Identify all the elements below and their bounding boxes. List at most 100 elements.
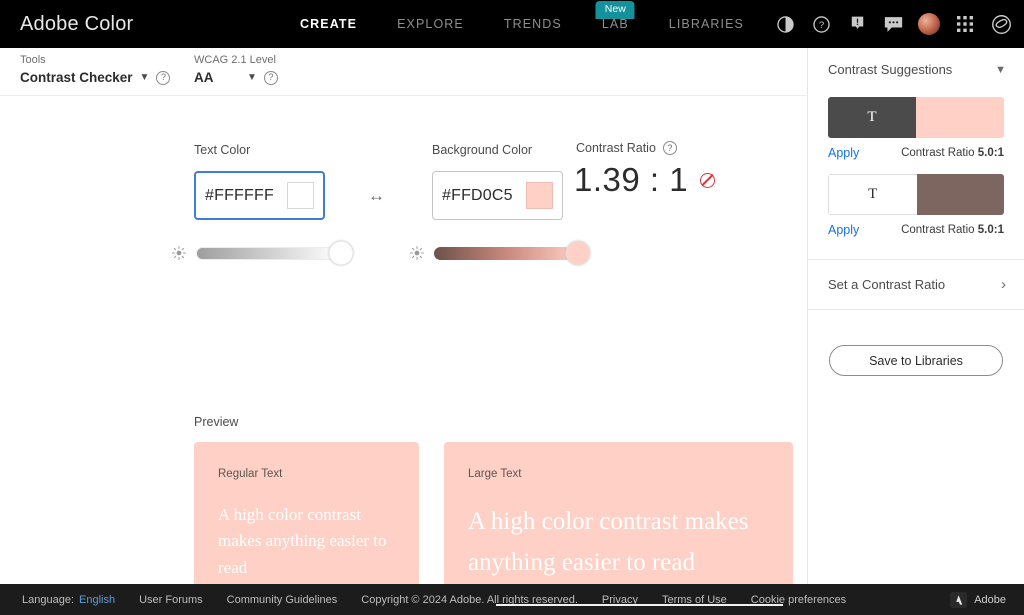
text-color-label: Text Color — [194, 143, 251, 157]
chevron-down-icon-wcag[interactable]: ▼ — [247, 72, 257, 83]
text-selection-underline — [496, 604, 783, 606]
apply-button-2[interactable]: Apply — [828, 223, 859, 237]
text-color-swatch[interactable] — [287, 182, 314, 209]
nav-link-explore[interactable]: EXPLORE — [377, 17, 484, 31]
top-navigation-bar: Adobe Color CREATE EXPLORE TRENDS New LA… — [0, 0, 1024, 48]
nav-link-trends[interactable]: TRENDS — [484, 17, 582, 31]
help-icon-tools[interactable]: ? — [156, 70, 171, 85]
background-brightness-slider[interactable] — [410, 240, 591, 266]
preview-card-kind-regular: Regular Text — [218, 468, 283, 480]
svg-text:?: ? — [818, 20, 823, 31]
fail-no-icon-ratio — [700, 172, 716, 188]
background-color-swatch[interactable] — [526, 182, 553, 209]
suggestion-1-bg-half — [916, 97, 1004, 138]
set-contrast-ratio-row[interactable]: Set a Contrast Ratio › — [808, 260, 1024, 309]
feedback-chat-icon[interactable] — [882, 13, 904, 35]
preview-card-regular: Regular Text A high color contrast makes… — [194, 442, 419, 584]
brightness-icon-text — [172, 246, 186, 260]
footer-link-user-forums[interactable]: User Forums — [139, 594, 203, 606]
chevron-right-icon[interactable]: › — [1001, 276, 1006, 293]
help-icon-wcag[interactable]: ? — [263, 70, 278, 85]
panel-divider-bottom — [808, 309, 1024, 310]
nav-link-lab[interactable]: LAB — [582, 17, 649, 31]
nav-item-lab-wrap: New LAB — [582, 0, 649, 48]
wcag-level-group: WCAG 2.1 Level AA ▼ ? — [194, 54, 278, 85]
footer-language: Language: English — [22, 594, 115, 606]
nav-link-create[interactable]: CREATE — [280, 17, 377, 31]
suggestion-2-ratio-value: 5.0:1 — [977, 224, 1004, 236]
background-color-input[interactable]: #FFD0C5 — [432, 171, 563, 220]
nav-icon-group: ? — [774, 0, 1012, 48]
brightness-icon-background — [410, 246, 424, 260]
contrast-suggestions-header[interactable]: Contrast Suggestions ▼ — [808, 48, 1024, 87]
suggestion-list: T Apply Contrast Ratio 5.0:1 T Apply Con… — [808, 97, 1024, 237]
suggestion-item-2: T Apply Contrast Ratio 5.0:1 — [828, 174, 1004, 237]
preview-label: Preview — [194, 415, 239, 429]
main-editor-area: Text Color #FFFFFF ↔ Background Color #F… — [0, 96, 807, 584]
wcag-level-value[interactable]: AA — [194, 70, 240, 85]
new-badge: New — [595, 1, 635, 20]
contrast-ratio-value: 1.39 : 1 — [574, 161, 689, 198]
nav-link-libraries[interactable]: LIBRARIES — [649, 17, 764, 31]
preview-card-strip: Regular Text A high color contrast makes… — [194, 442, 807, 584]
contrast-toggle-icon[interactable] — [774, 13, 796, 35]
chevron-down-icon-tools[interactable]: ▼ — [140, 72, 150, 83]
preview-card-body-regular: A high color contrast makes anything eas… — [218, 505, 387, 577]
background-brightness-track[interactable] — [434, 240, 591, 266]
suggestion-2-meta: Apply Contrast Ratio 5.0:1 — [828, 223, 1004, 237]
wcag-level-label: WCAG 2.1 Level — [194, 54, 276, 66]
right-sidebar-panel: Contrast Suggestions ▼ T Apply Contrast … — [807, 48, 1024, 584]
apply-button-1[interactable]: Apply — [828, 146, 859, 160]
footer-link-community-guidelines[interactable]: Community Guidelines — [227, 594, 338, 606]
nav-item-libraries-wrap: LIBRARIES — [649, 0, 764, 48]
suggestion-2-ratio: Contrast Ratio 5.0:1 — [901, 224, 1004, 236]
wcag-level-row: AA ▼ ? — [194, 70, 278, 85]
contrast-ratio-display: 1.39 : 1 — [574, 161, 716, 199]
nav-item-trends-wrap: TRENDS — [484, 0, 582, 48]
help-icon[interactable]: ? — [810, 13, 832, 35]
creative-cloud-icon[interactable] — [990, 13, 1012, 35]
suggestion-2-bg-half — [916, 174, 1004, 215]
contrast-suggestions-title: Contrast Suggestions — [828, 62, 953, 77]
page-footer: Language: English User Forums Community … — [0, 584, 1024, 615]
background-color-label: Background Color — [432, 143, 533, 157]
avatar[interactable] — [918, 13, 940, 35]
suggestion-1-text-half: T — [828, 97, 916, 138]
adobe-wordmark: Adobe — [974, 593, 1006, 606]
tools-toolbar: Tools Contrast Checker ▼ ? WCAG 2.1 Leve… — [0, 48, 807, 133]
adobe-color-contrast-checker-page: Adobe Color CREATE EXPLORE TRENDS New LA… — [0, 0, 1024, 615]
suggestion-2-text-half: T — [828, 174, 917, 215]
help-icon-contrast-ratio[interactable]: ? — [662, 141, 677, 155]
app-grid-icon[interactable] — [954, 13, 976, 35]
suggestion-2-ratio-prefix: Contrast Ratio — [901, 224, 978, 236]
main-nav-links: CREATE EXPLORE TRENDS New LAB LIBRARIES — [280, 0, 764, 48]
contrast-ratio-header: Contrast Ratio ? — [576, 141, 677, 155]
chevron-down-icon-suggestions[interactable]: ▼ — [995, 64, 1006, 76]
contrast-ratio-label: Contrast Ratio — [576, 141, 656, 155]
background-color-value: #FFD0C5 — [442, 186, 513, 204]
adobe-logo-icon — [950, 591, 968, 608]
preview-card-kind-large: Large Text — [468, 468, 522, 480]
suggestion-swatch-1[interactable]: T — [828, 97, 1004, 138]
brand-logo[interactable]: Adobe Color — [20, 13, 133, 36]
suggestion-1-ratio-prefix: Contrast Ratio — [901, 147, 978, 159]
notifications-icon[interactable] — [846, 13, 868, 35]
footer-language-value[interactable]: English — [79, 594, 115, 606]
text-brightness-slider[interactable] — [172, 240, 354, 266]
suggestion-swatch-2[interactable]: T — [828, 174, 1004, 215]
text-color-input[interactable]: #FFFFFF — [194, 171, 325, 220]
tools-label: Tools — [20, 54, 46, 66]
suggestion-item-1: T Apply Contrast Ratio 5.0:1 — [828, 97, 1004, 160]
swap-colors-icon[interactable]: ↔ — [368, 186, 385, 206]
save-to-libraries-button[interactable]: Save to Libraries — [829, 345, 1003, 376]
tools-value[interactable]: Contrast Checker — [20, 70, 133, 85]
preview-card-body-large: A high color contrast makes anything eas… — [468, 508, 749, 576]
nav-item-create-wrap: CREATE — [280, 0, 377, 48]
suggestion-1-ratio: Contrast Ratio 5.0:1 — [901, 147, 1004, 159]
text-brightness-track[interactable] — [196, 240, 354, 266]
text-brightness-thumb[interactable] — [328, 240, 354, 266]
tools-selector-group: Tools Contrast Checker ▼ ? — [20, 54, 171, 85]
background-brightness-thumb[interactable] — [565, 240, 591, 266]
preview-card-large: Large Text A high color contrast makes a… — [444, 442, 793, 584]
suggestion-1-ratio-value: 5.0:1 — [977, 147, 1004, 159]
